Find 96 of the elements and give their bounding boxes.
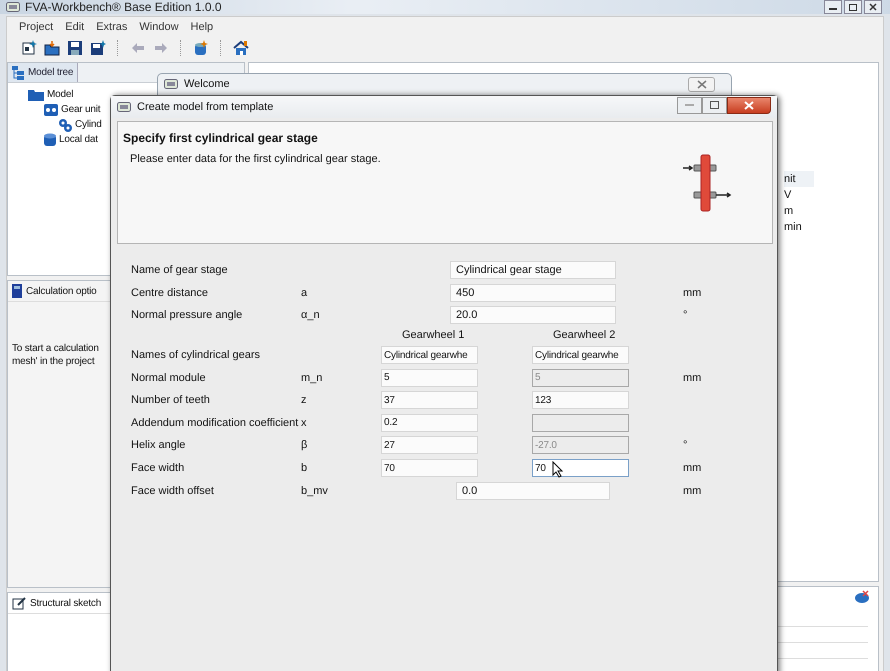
save-button[interactable]	[65, 38, 85, 58]
open-button[interactable]	[42, 38, 62, 58]
maximize-button[interactable]	[702, 96, 727, 114]
panel-title: Structural sketch	[30, 598, 102, 608]
input-field[interactable]: 123	[532, 391, 629, 410]
app-icon	[6, 2, 20, 12]
save-as-icon	[90, 40, 106, 56]
close-button[interactable]	[727, 96, 771, 114]
symbol-label: x	[301, 416, 308, 429]
app-icon	[117, 102, 131, 112]
field-label: Face width offset	[131, 484, 215, 497]
menu-item[interactable]: Window	[133, 20, 185, 34]
input-field[interactable]: 450	[450, 284, 616, 302]
symbol-label: α_n	[301, 309, 321, 322]
close-icon	[696, 80, 706, 88]
close-icon	[869, 3, 877, 11]
tree-item[interactable]: Gear unit	[44, 102, 100, 117]
save-icon	[67, 40, 83, 56]
hint-text: mesh' in the project	[12, 355, 94, 368]
input-field[interactable]: 20.0	[450, 306, 616, 324]
house-icon	[233, 40, 249, 56]
new-document-icon	[21, 40, 37, 56]
minimize-button[interactable]	[824, 0, 842, 14]
field-label: Helix angle	[131, 439, 186, 452]
symbol-label: b	[301, 462, 308, 474]
field-label: Name of gear stage	[131, 264, 229, 276]
input-field[interactable]: 70	[381, 459, 478, 478]
symbol-label: a	[301, 286, 308, 299]
calculator-icon	[12, 284, 22, 298]
unit-label: mm	[683, 286, 702, 299]
minimize-icon	[685, 104, 694, 106]
maximize-icon	[849, 4, 857, 10]
dialog-title: Create model from template	[137, 101, 274, 113]
panel-title: Calculation optio	[26, 286, 97, 296]
right-arrow-icon	[154, 42, 168, 54]
field-label: Addendum modification coefficient	[131, 416, 300, 429]
column-header: Gearwheel 2	[552, 329, 616, 342]
folder-icon	[28, 88, 44, 100]
left-arrow-icon	[131, 42, 145, 54]
field-label: Names of cylindrical gears	[131, 349, 261, 362]
unit-label: °	[683, 309, 688, 322]
input-field[interactable]: 70	[532, 459, 629, 478]
field-label: Centre distance	[131, 286, 210, 299]
input-field[interactable]: 37	[381, 391, 478, 410]
field-label: Number of teeth	[131, 394, 211, 406]
folder-open-icon	[44, 40, 60, 56]
window-title: FVA-Workbench® Base Edition 1.0.0	[25, 0, 222, 14]
field-label: Normal pressure angle	[131, 309, 244, 322]
app-icon	[164, 79, 178, 89]
symbol-label: β	[301, 439, 308, 452]
input-field[interactable]: 27	[381, 436, 478, 454]
input-field[interactable]: Cylindrical gearwhe	[532, 346, 629, 364]
input-field[interactable]: Cylindrical gear stage	[450, 261, 616, 280]
field-label: Normal module	[131, 372, 207, 384]
input-field[interactable]: 0.0	[456, 482, 610, 500]
maximize-button[interactable]	[844, 0, 862, 14]
close-button[interactable]	[864, 0, 882, 14]
mouse-pointer-icon	[552, 461, 564, 478]
model-tree-tab[interactable]: Model tree	[8, 63, 78, 82]
field-label: Face width	[131, 462, 186, 474]
unit-label: mm	[683, 462, 702, 474]
home-button[interactable]	[231, 38, 251, 58]
menu-item[interactable]: Edit	[59, 20, 90, 34]
maximize-icon	[710, 101, 719, 109]
input-field[interactable]: 0.2	[381, 414, 478, 432]
page-description: Please enter data for the first cylindrical gear stage.	[129, 153, 381, 165]
unit-label: °	[683, 439, 688, 452]
menu-item[interactable]: Project	[13, 20, 60, 34]
hint-text: To start a calculation	[12, 342, 99, 355]
save-as-button[interactable]	[88, 38, 108, 58]
table-cell-text: min	[784, 220, 803, 235]
column-header: Gearwheel 1	[401, 329, 466, 342]
tree-item[interactable]: Cylind	[58, 117, 102, 132]
gearbox-icon	[44, 104, 58, 116]
symbol-label: b_mv	[301, 484, 329, 497]
close-icon	[744, 100, 754, 110]
table-cell-text: V	[784, 188, 792, 203]
tree-item[interactable]: Local dat	[44, 132, 98, 147]
input-field[interactable]: 5	[381, 368, 478, 387]
database-icon	[193, 40, 209, 56]
tree-item[interactable]: Model	[28, 87, 74, 102]
table-cell-text: m	[784, 204, 794, 219]
unit-label: mm	[683, 372, 702, 384]
unit-label: mm	[683, 484, 702, 497]
symbol-label: z	[301, 394, 308, 406]
symbol-label: m_n	[301, 372, 324, 384]
table-cell: nit	[784, 171, 814, 187]
edit-icon	[12, 596, 26, 610]
database-icon	[44, 132, 56, 146]
menu-item[interactable]: Extras	[90, 20, 134, 34]
page-heading: Specify first cylindrical gear stage	[123, 131, 318, 145]
gears-icon	[58, 118, 72, 132]
menu-item[interactable]: Help	[184, 20, 220, 34]
window-title: Welcome	[184, 78, 230, 90]
tree-icon	[12, 66, 24, 80]
input-field[interactable]: Cylindrical gearwhe	[381, 346, 478, 364]
